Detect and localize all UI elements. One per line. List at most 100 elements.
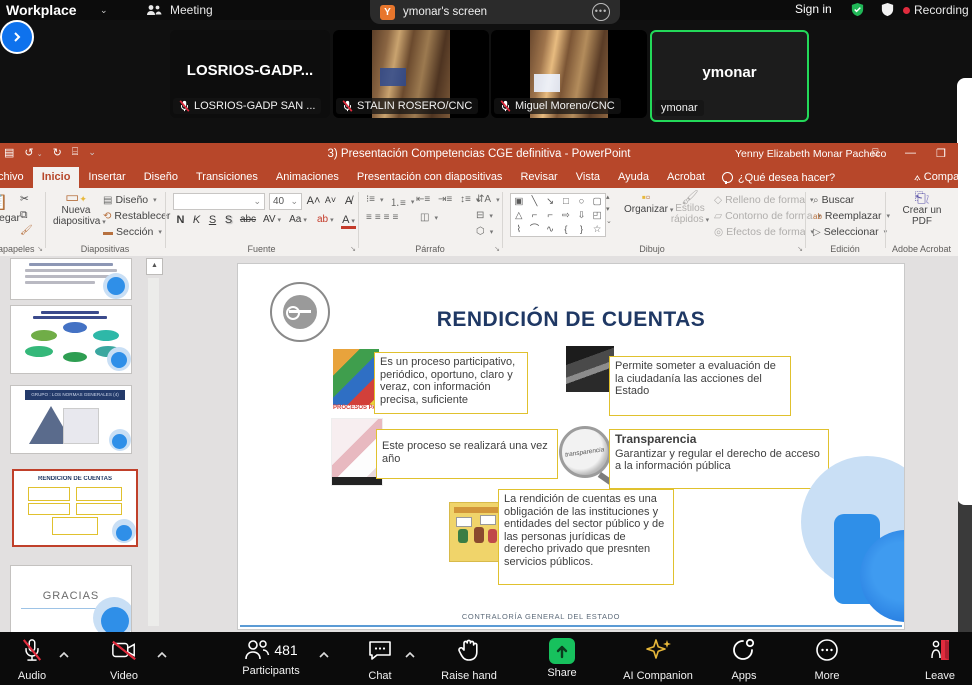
shape-effects-button[interactable]: ◎Efectos de forma xyxy=(714,226,814,238)
video-tile-self[interactable]: ymonar ymonar xyxy=(650,30,809,122)
shapes-scroll-icons[interactable]: ▴▾⌄ xyxy=(606,192,612,228)
copy-icon[interactable]: ⧉ xyxy=(20,209,28,222)
slide-canvas[interactable]: RENDICIÓN DE CUENTAS PROCESOS PARTICIPAT… xyxy=(237,263,905,630)
dialog-launcher-icon[interactable]: ↘ xyxy=(37,245,43,253)
align-buttons[interactable]: ≡≡≡≡ xyxy=(366,212,401,223)
tab-presentacion[interactable]: Presentación con diapositivas xyxy=(348,167,512,188)
create-pdf-button[interactable]: ⎗⟅ Crear un PDF xyxy=(897,192,947,227)
tab-transiciones[interactable]: Transiciones xyxy=(187,167,267,188)
tab-ayuda[interactable]: Ayuda xyxy=(609,167,658,188)
change-case-button[interactable]: Aa xyxy=(289,214,307,225)
select-button[interactable]: ▷Seleccionar xyxy=(813,226,887,238)
shapes-gallery[interactable]: ▣╲↘□○▢ △⌐⌐⇨⇩◰ ⌇⌒∿{}☆ xyxy=(510,193,606,237)
bullets-icon[interactable]: ⁝≡ xyxy=(366,194,384,205)
apps-button[interactable]: Apps xyxy=(712,638,776,682)
bold-button[interactable]: N xyxy=(173,214,188,226)
more-options-icon[interactable]: ••• xyxy=(592,3,610,21)
thumbnail-scroll-up-button[interactable]: ▲ xyxy=(146,258,163,275)
more-button[interactable]: More xyxy=(795,638,859,682)
tab-animaciones[interactable]: Animaciones xyxy=(267,167,348,188)
sign-in-button[interactable]: Sign in xyxy=(795,2,832,16)
tab-acrobat[interactable]: Acrobat xyxy=(658,167,714,188)
textbox-una-vez[interactable]: Este proceso se realizará una vez año xyxy=(376,429,558,479)
minimize-button[interactable]: — xyxy=(905,147,916,159)
columns-icon[interactable]: ◫ xyxy=(420,212,438,223)
numbering-icon[interactable]: ⒈≡ xyxy=(390,194,414,209)
participants-options-chevron[interactable] xyxy=(318,646,330,664)
textbox-proceso[interactable]: Es un proceso participativo, periódico, … xyxy=(374,352,528,414)
font-color-button[interactable]: A xyxy=(341,214,356,229)
dialog-launcher-icon[interactable]: ↘ xyxy=(797,245,803,253)
ppt-share-button[interactable]: ⟑ Compartir xyxy=(914,167,958,188)
chat-options-chevron[interactable] xyxy=(404,646,416,664)
strikethrough-button[interactable]: abc xyxy=(237,214,259,225)
quick-styles-button[interactable]: 🖌 Estilos rápidos xyxy=(670,192,710,226)
slide-thumbnail-2[interactable] xyxy=(10,305,132,374)
textbox-evaluacion[interactable]: Permite someter a evaluación de la ciuda… xyxy=(609,356,791,416)
video-tile-losrios[interactable]: LOSRIOS-GADP... LOSRIOS-GADP SAN ... xyxy=(170,30,330,118)
save-icon[interactable]: ▤ xyxy=(4,146,14,159)
slide-thumbnail-3[interactable]: GRUPO : LOS NORMAS GENERALES (4) xyxy=(10,385,132,454)
decrease-indent-icon[interactable]: ⇤≡ xyxy=(416,194,430,205)
video-options-chevron[interactable] xyxy=(156,646,168,664)
slide-layout-button[interactable]: ▤Diseño xyxy=(103,194,157,206)
tab-vista[interactable]: Vista xyxy=(567,167,609,188)
tab-archivo[interactable]: Archivo xyxy=(0,167,33,188)
next-page-button[interactable] xyxy=(0,20,34,54)
clear-format-icon[interactable]: A̸ xyxy=(341,195,356,207)
dialog-launcher-icon[interactable]: ↘ xyxy=(350,245,356,253)
increase-indent-icon[interactable]: ⇥≡ xyxy=(438,194,452,205)
slide-thumbnail-4-selected[interactable]: RENDICIÓN DE CUENTAS xyxy=(12,469,138,547)
thumbnail-scrollbar[interactable] xyxy=(148,278,159,626)
participants-button[interactable]: 481 Participants xyxy=(216,638,326,677)
highlight-color-button[interactable]: ab xyxy=(317,214,332,225)
textbox-transparencia[interactable]: Transparencia Garantizar y regular el de… xyxy=(609,429,829,489)
paste-icon[interactable]: 📋 xyxy=(0,192,8,212)
smartart-icon[interactable]: ⬡ xyxy=(476,226,493,237)
raise-hand-button[interactable]: Raise hand xyxy=(430,638,508,682)
format-painter-icon[interactable]: 🖌 xyxy=(20,225,33,236)
video-button[interactable]: Video xyxy=(92,638,156,682)
account-user-name[interactable]: Yenny Elizabeth Monar Pacheco xyxy=(735,148,886,160)
shape-fill-button[interactable]: ◇Relleno de forma xyxy=(714,194,814,206)
tab-diseno[interactable]: Diseño xyxy=(135,167,187,188)
ai-companion-button[interactable]: AI Companion xyxy=(608,638,708,682)
customize-qat-icon[interactable]: ⌄ xyxy=(88,147,96,158)
undo-icon[interactable]: ↺ ⌄ xyxy=(24,146,42,159)
reset-slide-button[interactable]: ⟲Restablecer xyxy=(103,210,170,222)
shared-screen-pill[interactable]: Y ymonar's screen ••• xyxy=(370,0,620,24)
restore-button[interactable]: ❐ xyxy=(936,147,946,160)
replace-button[interactable]: abReemplazar xyxy=(813,210,890,222)
chat-button[interactable]: Chat xyxy=(348,638,412,682)
font-name-combo[interactable]: ⌄ xyxy=(173,193,265,210)
slideshow-icon[interactable]: ⌸ xyxy=(72,146,79,159)
increase-font-icon[interactable]: A˄ xyxy=(306,195,321,207)
arrange-button[interactable]: ▪▫ Organizar xyxy=(624,192,668,216)
section-button[interactable]: ▬Sección xyxy=(103,226,162,238)
tab-meeting[interactable]: Meeting xyxy=(170,3,213,17)
italic-button[interactable]: K xyxy=(189,214,204,226)
share-button[interactable]: Share xyxy=(530,638,594,679)
character-spacing-button[interactable]: AV xyxy=(262,214,282,225)
slide-thumbnail-5[interactable]: GRACIAS xyxy=(10,565,132,632)
audio-button[interactable]: Audio xyxy=(0,638,64,682)
leave-button[interactable]: Leave xyxy=(908,638,972,682)
new-slide-button[interactable]: ▭✦ Nueva diapositiva xyxy=(53,192,99,228)
slide-thumbnail-1[interactable] xyxy=(10,258,132,300)
underline-button[interactable]: S xyxy=(205,214,220,226)
ribbon-display-options-icon[interactable]: ⌼ xyxy=(872,147,879,160)
audio-options-chevron[interactable] xyxy=(58,646,70,664)
workspace-chevron-down-icon[interactable]: ⌄ xyxy=(100,5,108,16)
video-tile-miguel[interactable]: Miguel Moreno/CNC xyxy=(491,30,647,118)
cut-icon[interactable]: ✂ xyxy=(20,193,29,205)
font-size-combo[interactable]: 40⌄ xyxy=(269,193,302,210)
tell-me-box[interactable]: ¿Qué desea hacer? xyxy=(714,167,843,188)
align-text-icon[interactable]: ⊟ xyxy=(476,210,493,221)
find-button[interactable]: ⌕Buscar xyxy=(813,194,854,206)
text-direction-icon[interactable]: ⇵A xyxy=(476,194,500,205)
video-tile-stalin[interactable]: STALIN ROSERO/CNC xyxy=(333,30,489,118)
tab-inicio[interactable]: Inicio xyxy=(33,167,80,188)
tab-insertar[interactable]: Insertar xyxy=(79,167,134,188)
decrease-font-icon[interactable]: A˅ xyxy=(323,195,338,205)
textbox-obligacion[interactable]: La rendición de cuentas es una obligació… xyxy=(498,489,674,585)
